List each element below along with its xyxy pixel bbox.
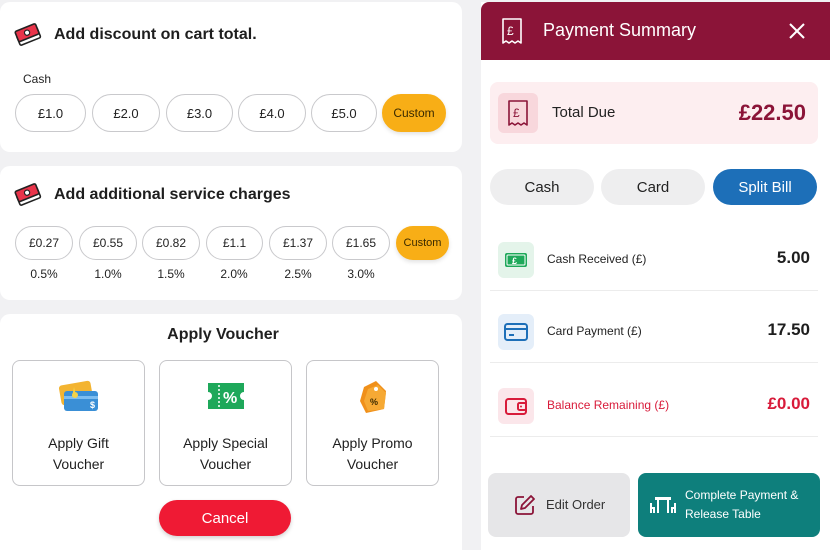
gift-voucher-label: Apply Gift Voucher [17,433,140,475]
balance-remaining-value: £0.00 [767,394,810,413]
voucher-title: Apply Voucher [167,326,279,343]
receipt-badge: £ [498,93,538,133]
cash-received-value: 5.00 [776,248,810,267]
payment-header: £ Payment Summary [481,2,830,60]
cancel-button[interactable]: Cancel [159,500,291,536]
card-payment-value: 17.50 [767,320,810,339]
tab-cash[interactable]: Cash [490,169,594,205]
edit-order-button[interactable]: Edit Order [488,473,630,537]
close-icon[interactable] [787,21,807,41]
service-option-4[interactable]: £1.1 [206,226,263,260]
svg-text:£: £ [512,256,517,266]
promo-voucher-line1: Apply Promo [332,435,413,451]
service-header: Add additional service charges [14,182,291,208]
cash-received-row: £ Cash Received (£) 5.00 [490,229,818,291]
total-due-box: £ Total Due £22.50 [490,82,818,144]
special-voucher-line2: Voucher [199,456,252,472]
card-badge [498,314,534,350]
promo-voucher-button[interactable]: % Apply Promo Voucher [306,360,439,486]
cash-received-label: Cash Received (£) [547,252,647,266]
complete-payment-line1: Complete Payment & [685,488,799,502]
special-voucher-button[interactable]: % Apply Special Voucher [159,360,292,486]
tab-split-bill[interactable]: Split Bill [713,169,817,205]
discount-option-3[interactable]: £3.0 [166,94,233,132]
service-pct-2: 1.0% [94,267,122,281]
complete-payment-line2: Release Table [685,507,761,521]
service-pct-6: 3.0% [347,267,375,281]
special-voucher-line1: Apply Special [183,435,268,451]
complete-payment-label: Complete Payment & Release Table [685,486,815,524]
svg-text:%: % [370,397,378,407]
total-due-label: Total Due [552,104,616,121]
total-due-value: £22.50 [738,100,806,125]
edit-pencil-icon [515,495,535,515]
discount-custom-button[interactable]: Custom [382,94,446,132]
service-pct-4: 2.0% [220,267,248,281]
balance-remaining-row: Balance Remaining (£) £0.00 [490,375,818,437]
promo-voucher-label: Apply Promo Voucher [311,433,434,475]
service-option-5[interactable]: £1.37 [269,226,327,260]
edit-order-label: Edit Order [546,497,606,512]
cash-note-badge: £ [498,242,534,278]
discount-header: Add discount on cart total. [14,22,257,48]
discount-title: Add discount on cart total. [54,26,257,43]
service-option-2[interactable]: £0.55 [79,226,137,260]
gift-voucher-line1: Apply Gift [48,435,109,451]
cash-stack-icon [14,23,42,46]
table-chairs-icon [650,497,676,513]
credit-card-icon [504,323,528,341]
promo-voucher-line2: Voucher [346,456,399,472]
discount-option-1[interactable]: £1.0 [15,94,86,132]
service-option-3[interactable]: £0.82 [142,226,200,260]
service-custom-button[interactable]: Custom [396,226,449,260]
discount-option-2[interactable]: £2.0 [92,94,160,132]
complete-payment-button[interactable]: Complete Payment & Release Table [638,473,820,537]
tab-card[interactable]: Card [601,169,705,205]
service-charge-card: Add additional service charges £0.27 £0.… [0,166,462,300]
service-option-1[interactable]: £0.27 [15,226,73,260]
discount-option-5[interactable]: £5.0 [311,94,377,132]
cash-stack-icon [14,183,42,206]
gift-card-icon: $ [58,380,98,411]
service-pct-3: 1.5% [157,267,185,281]
service-pct-1: 0.5% [30,267,58,281]
cash-label: Cash [23,72,52,86]
balance-remaining-label: Balance Remaining (£) [547,398,670,412]
card-payment-label: Card Payment (£) [547,324,642,338]
wallet-badge [498,388,534,424]
gift-voucher-button[interactable]: $ Apply Gift Voucher [12,360,145,486]
svg-text:%: % [223,390,237,407]
service-title: Add additional service charges [54,186,291,203]
voucher-card: Apply Voucher $ Apply Gift Voucher % App… [0,314,462,550]
payment-summary-panel: £ Payment Summary £ Total Due £22.50 Cas… [481,2,830,550]
promo-tag-icon: % [359,381,386,413]
service-option-6[interactable]: £1.65 [332,226,390,260]
percent-ticket-icon: % [207,383,244,409]
gift-voucher-line2: Voucher [52,456,105,472]
discount-option-4[interactable]: £4.0 [238,94,306,132]
cash-note-icon: £ [505,253,527,267]
svg-text:£: £ [507,24,514,38]
service-pct-5: 2.5% [284,267,312,281]
payment-title: Payment Summary [543,20,697,40]
card-payment-row: Card Payment (£) 17.50 [490,301,818,363]
receipt-icon: £ [502,18,522,44]
svg-text:$: $ [90,400,95,410]
special-voucher-label: Apply Special Voucher [164,433,287,475]
wallet-icon [505,398,527,415]
receipt-icon: £ [508,100,528,126]
svg-text:£: £ [513,106,520,120]
discount-card: Add discount on cart total. Cash £1.0 £2… [0,2,462,152]
